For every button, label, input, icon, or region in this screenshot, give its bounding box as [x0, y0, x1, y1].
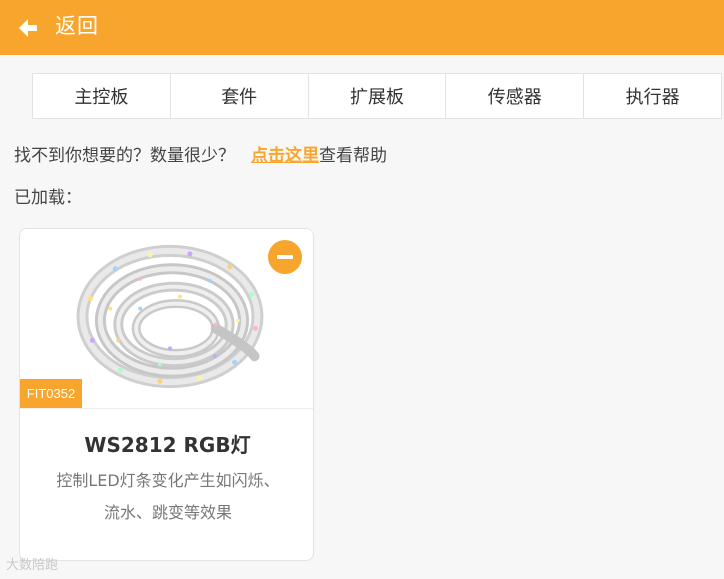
product-code-badge: FIT0352	[20, 379, 82, 408]
help-link[interactable]: 点击这里	[251, 146, 319, 166]
extension-card[interactable]: FIT0352 WS2812 RGB灯 控制LED灯条变化产生如闪烁、 流水、跳…	[19, 228, 314, 561]
back-button[interactable]: 返回	[0, 0, 724, 55]
help-hint-text: 找不到你想要的？数量很少？	[14, 146, 235, 166]
tab-kits[interactable]: 套件	[171, 74, 309, 118]
category-tabs: 主控板 套件 扩展板 传感器 执行器	[32, 73, 722, 119]
help-hint-suffix: 查看帮助	[319, 146, 387, 166]
card-description: 控制LED灯条变化产生如闪烁、 流水、跳变等效果	[34, 465, 302, 529]
help-hint: 找不到你想要的？数量很少？ 点击这里查看帮助	[14, 141, 387, 166]
tab-expansion-board[interactable]: 扩展板	[309, 74, 447, 118]
minus-circle-icon[interactable]	[268, 240, 302, 274]
back-label: 返回	[55, 14, 99, 38]
watermark: 大数陪跑	[6, 558, 59, 573]
loaded-label: 已加载：	[14, 188, 82, 208]
card-description-line-1: 控制LED灯条变化产生如闪烁、	[56, 471, 280, 490]
card-description-line-2: 流水、跳变等效果	[103, 503, 232, 522]
tab-main-board[interactable]: 主控板	[33, 74, 171, 118]
arrow-left-icon	[19, 18, 37, 37]
tab-sensors[interactable]: 传感器	[446, 74, 585, 118]
card-title: WS2812 RGB灯	[84, 433, 251, 457]
tab-actuators[interactable]: 执行器	[584, 74, 721, 118]
